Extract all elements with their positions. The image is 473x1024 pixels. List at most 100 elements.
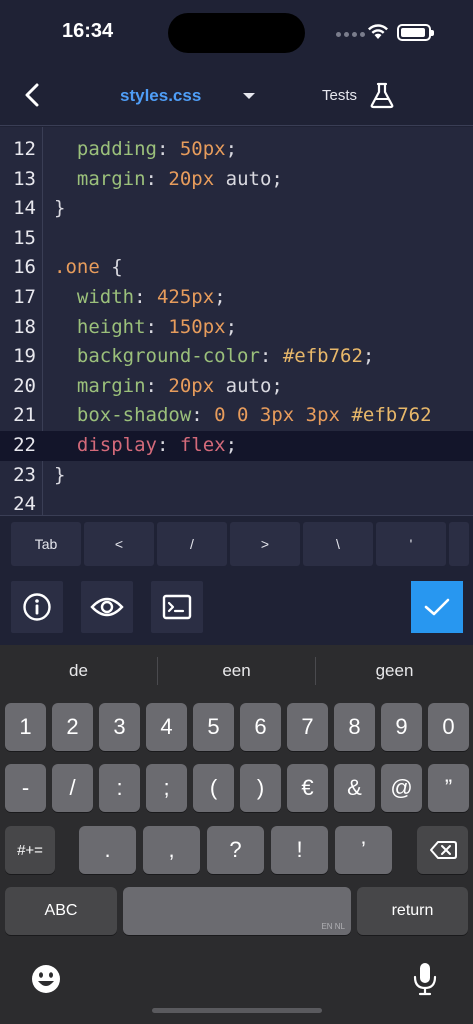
abc-key[interactable]: ABC — [5, 887, 117, 935]
keyboard-key[interactable]: , — [143, 826, 200, 874]
code-line[interactable]: 23} — [0, 461, 473, 491]
keyboard-key[interactable]: 1 — [5, 703, 46, 751]
info-button[interactable] — [11, 581, 63, 633]
code-line[interactable]: 15 — [0, 224, 473, 254]
keyboard-key[interactable]: ’ — [335, 826, 392, 874]
space-key[interactable]: EN NL — [123, 887, 351, 935]
keyboard-key[interactable]: 8 — [334, 703, 375, 751]
confirm-button[interactable] — [411, 581, 463, 633]
line-number: 21 — [13, 404, 36, 427]
battery-icon — [397, 24, 434, 41]
code-line[interactable]: 18 height: 150px; — [0, 313, 473, 343]
code-text: } — [54, 194, 65, 224]
accessory-key[interactable]: \ — [303, 522, 373, 566]
code-text: width: 425px; — [54, 283, 226, 313]
console-button[interactable] — [151, 581, 203, 633]
flask-icon — [370, 82, 394, 109]
code-token: 425px — [156, 286, 215, 308]
tests-label: Tests — [322, 86, 358, 104]
code-line[interactable]: 21 box-shadow: 0 0 3px 3px #efb762 — [0, 401, 473, 431]
keyboard-key[interactable]: ? — [207, 826, 264, 874]
code-token: : — [156, 434, 180, 456]
keyboard-key[interactable]: & — [334, 764, 375, 812]
accessory-key-partial[interactable] — [449, 522, 469, 566]
code-line[interactable]: 24 — [0, 490, 473, 515]
suggestion-item[interactable]: een — [158, 661, 315, 681]
code-token: margin — [76, 374, 146, 397]
wifi-icon — [368, 24, 388, 39]
editor-toolbar — [0, 570, 473, 645]
keyboard-key[interactable]: ) — [240, 764, 281, 812]
return-key[interactable]: return — [357, 887, 468, 935]
code-text: margin: 20px auto; — [54, 372, 283, 402]
cellular-signal-icon — [336, 32, 365, 37]
code-text: background-color: #efb762; — [54, 342, 374, 372]
keyboard-key[interactable]: ; — [146, 764, 187, 812]
accessory-key[interactable]: > — [230, 522, 300, 566]
code-editor[interactable]: 12 padding: 50px; 13 margin: 20px auto; 14… — [0, 127, 473, 515]
dictation-button[interactable] — [412, 961, 438, 997]
code-token: #efb762 — [351, 404, 432, 427]
backspace-key[interactable] — [417, 826, 468, 874]
preview-button[interactable] — [81, 581, 133, 633]
code-line[interactable]: 13 margin: 20px auto; — [0, 165, 473, 195]
line-number: 12 — [13, 138, 36, 160]
keyboard-key[interactable]: - — [5, 764, 46, 812]
back-button[interactable] — [18, 81, 46, 109]
code-line[interactable]: 16 .one { — [0, 253, 473, 283]
line-number: 24 — [13, 493, 36, 515]
emoji-button[interactable] — [30, 963, 62, 995]
suggestion-item[interactable]: geen — [316, 661, 473, 681]
accessory-key[interactable]: < — [84, 522, 154, 566]
accessory-key[interactable]: / — [157, 522, 227, 566]
emoji-icon — [32, 965, 60, 993]
keyboard-key[interactable]: 4 — [146, 703, 187, 751]
suggestion-bar: de een geen — [0, 645, 473, 697]
code-token: auto; — [214, 374, 283, 397]
code-token: : — [191, 404, 215, 427]
keyboard-key[interactable]: ! — [271, 826, 328, 874]
keyboard-key[interactable]: @ — [381, 764, 422, 812]
code-token: ; — [362, 345, 375, 368]
keyboard-key[interactable]: 5 — [193, 703, 234, 751]
keyboard-key[interactable]: . — [79, 826, 136, 874]
code-token: height — [76, 315, 146, 338]
code-line[interactable]: 17 width: 425px; — [0, 283, 473, 313]
keyboard-key[interactable]: / — [52, 764, 93, 812]
code-token: box-shadow — [76, 404, 192, 427]
keyboard-key[interactable]: 2 — [52, 703, 93, 751]
code-line[interactable]: 12 padding: 50px; — [0, 135, 473, 165]
code-line[interactable]: 19 background-color: #efb762; — [0, 342, 473, 372]
keyboard-key[interactable]: € — [287, 764, 328, 812]
status-bar: 16:34 — [0, 0, 473, 64]
suggestion-item[interactable]: de — [0, 661, 157, 681]
accessory-key[interactable]: ' — [376, 522, 446, 566]
code-line-active[interactable]: 22 display: flex; — [0, 431, 473, 461]
line-number: 20 — [13, 374, 36, 397]
tests-button[interactable]: Tests — [322, 80, 395, 110]
keyboard-key[interactable]: 6 — [240, 703, 281, 751]
code-token: width — [76, 286, 135, 308]
line-number: 15 — [13, 226, 36, 249]
keyboard-key[interactable]: 9 — [381, 703, 422, 751]
space-language-label: EN NL — [321, 922, 345, 931]
keyboard-key[interactable]: 3 — [99, 703, 140, 751]
file-name-title[interactable]: styles.css — [120, 86, 201, 106]
keyboard-key[interactable]: : — [99, 764, 140, 812]
keyboard-key[interactable]: ” — [428, 764, 469, 812]
keyboard-key[interactable]: ( — [193, 764, 234, 812]
code-line[interactable]: 14} — [0, 194, 473, 224]
code-token: flex — [179, 434, 226, 456]
code-text: box-shadow: 0 0 3px 3px #efb762 — [54, 401, 432, 431]
code-token: : — [145, 374, 169, 397]
keyboard-key[interactable]: 0 — [428, 703, 469, 751]
code-token: } — [54, 197, 66, 220]
accessory-key[interactable]: Tab — [11, 522, 81, 566]
keyboard-key[interactable]: 7 — [287, 703, 328, 751]
more-symbols-key[interactable]: #+= — [5, 826, 55, 874]
code-line[interactable]: 20 margin: 20px auto; — [0, 372, 473, 402]
chevron-down-icon[interactable] — [242, 91, 256, 101]
code-token: #efb762 — [282, 345, 363, 368]
